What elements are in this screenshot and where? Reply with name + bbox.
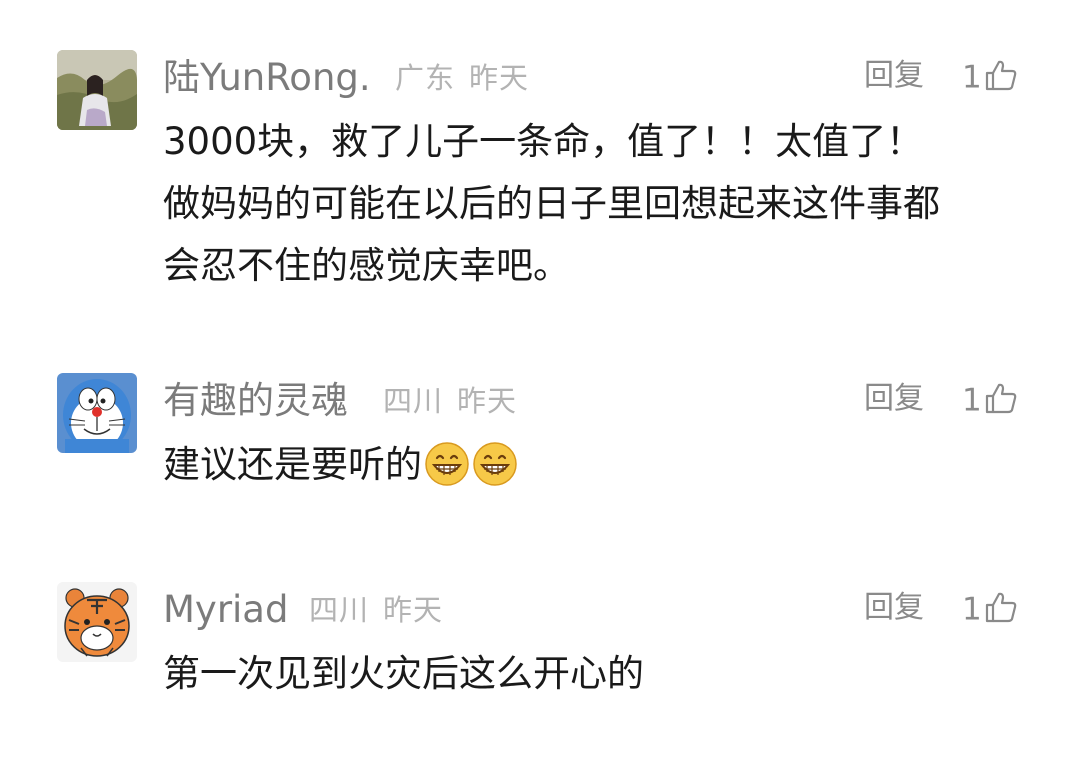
comment-text: 第一次见到火灾后这么开心的: [163, 645, 1023, 703]
comment-meta: 四川 昨天: [309, 584, 443, 636]
location-label: 四川: [309, 593, 370, 627]
comment-item: Myriad 四川 昨天 回复 1 第一次见到火灾后这么开心的: [0, 0, 1080, 764]
comment-text-line: 第一次见到火灾后这么开心的: [163, 652, 644, 695]
username[interactable]: Myriad: [163, 584, 288, 636]
time-label: 昨天: [383, 593, 444, 627]
like-count: 1: [962, 591, 982, 628]
tiger-avatar: [57, 582, 137, 662]
like-button[interactable]: 1: [962, 582, 1018, 636]
thumbs-up-icon: [985, 592, 1017, 622]
user-avatar[interactable]: [57, 582, 137, 662]
reply-button[interactable]: 回复: [864, 582, 924, 634]
